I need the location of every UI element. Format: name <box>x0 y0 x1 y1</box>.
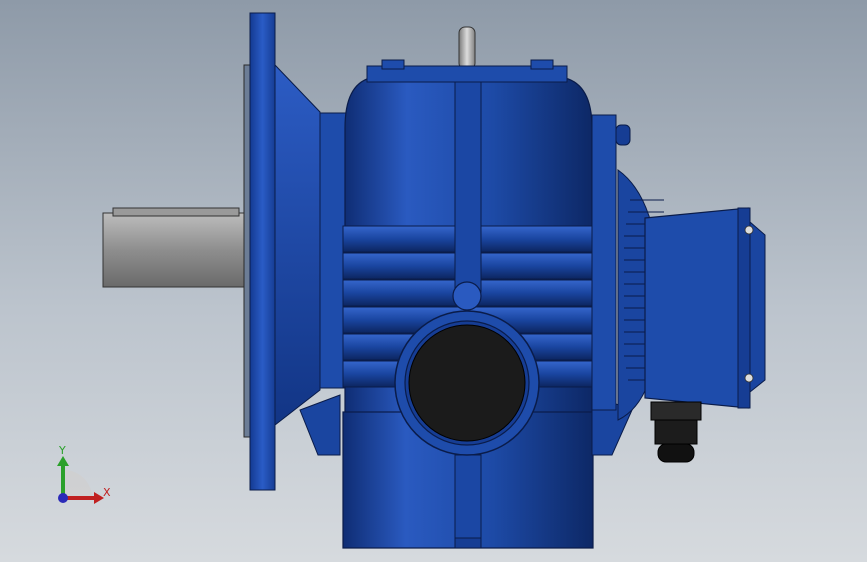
x-axis-label: X <box>103 486 111 499</box>
cad-viewport[interactable]: Y X <box>0 0 867 562</box>
axis-triad: Y X <box>57 444 111 504</box>
y-axis-label: Y <box>58 444 66 457</box>
triad-plane <box>63 469 93 498</box>
z-axis-icon <box>58 493 68 503</box>
